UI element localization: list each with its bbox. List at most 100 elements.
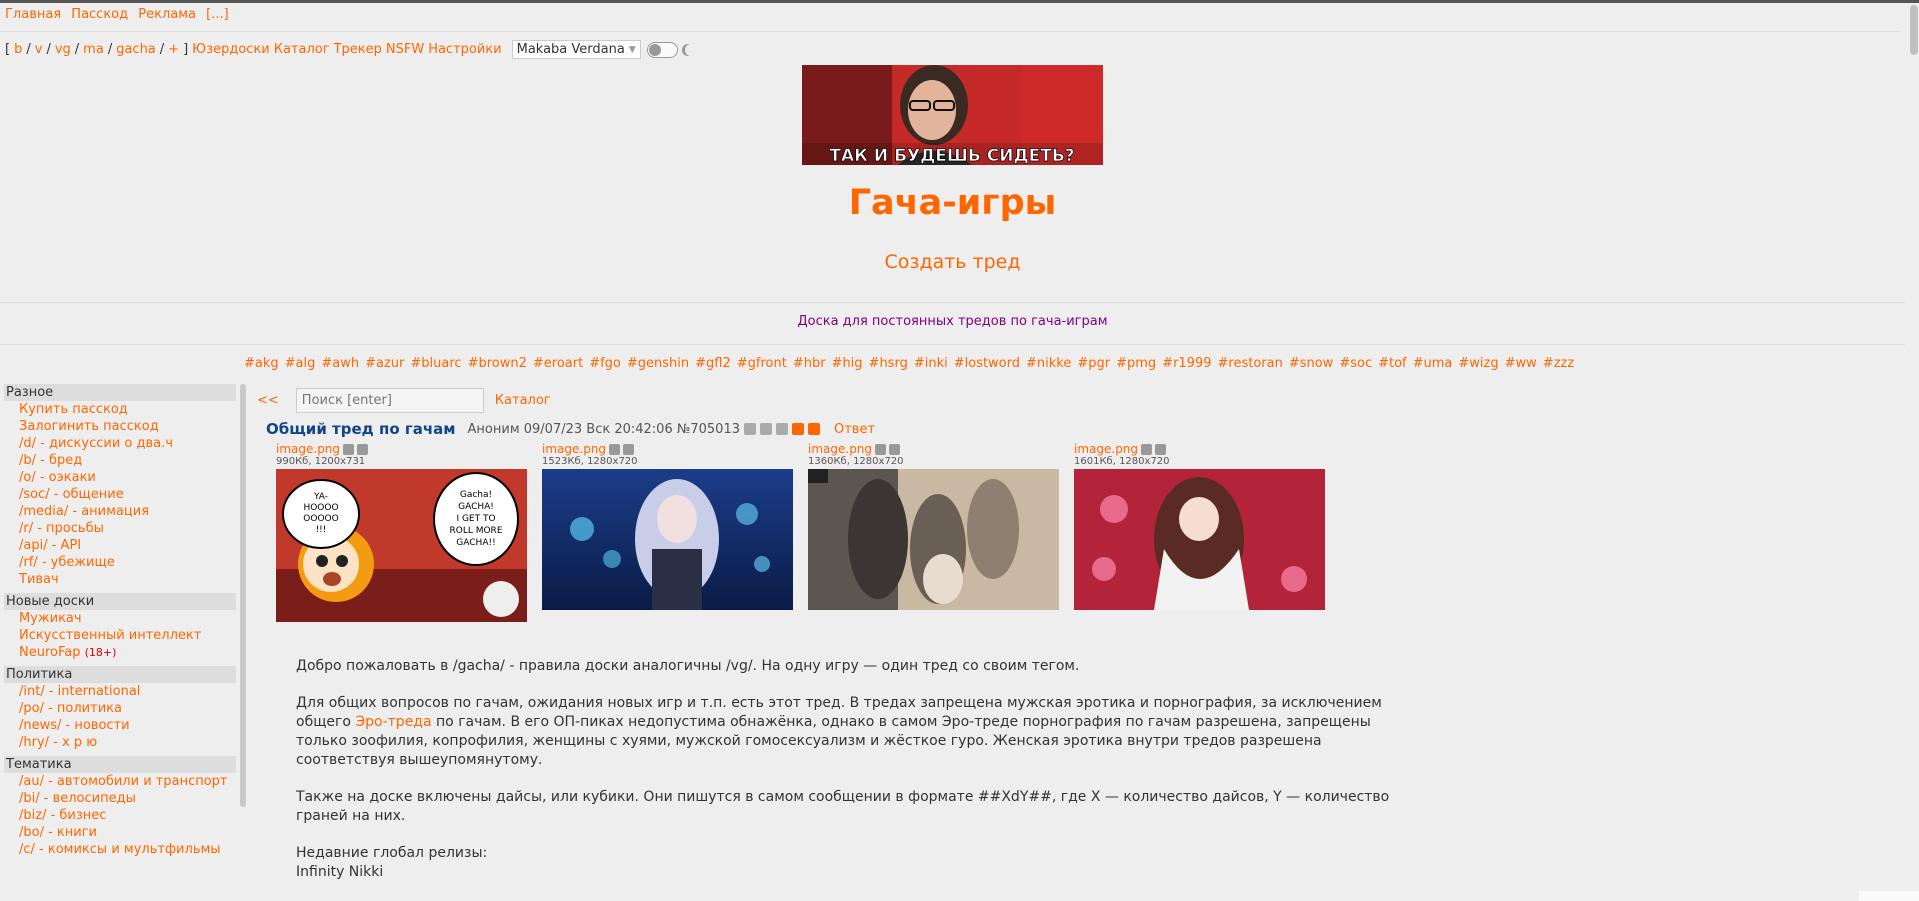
catalog-link[interactable]: Каталог xyxy=(495,393,551,408)
pin-icon[interactable] xyxy=(792,423,804,435)
download-icon[interactable] xyxy=(1155,443,1167,455)
sidebar-section-title[interactable]: Тематика xyxy=(4,756,236,773)
sidebar-item[interactable]: /int/ - international xyxy=(4,683,236,700)
search-input[interactable] xyxy=(295,388,484,413)
close-icon[interactable] xyxy=(760,423,772,435)
file-name-link[interactable]: image.png xyxy=(808,442,872,456)
sidebar-item[interactable]: /c/ - комиксы и мультфильмы xyxy=(4,841,236,858)
sidebar-section-title[interactable]: Политика xyxy=(4,666,236,683)
tag-link[interactable]: #gfront xyxy=(737,356,787,371)
sidebar-item[interactable]: /news/ - новости xyxy=(4,717,236,734)
tag-link[interactable]: #gfl2 xyxy=(695,356,731,371)
tag-link[interactable]: #inki xyxy=(914,356,948,371)
sidebar-item[interactable]: Тивач xyxy=(4,571,236,588)
nav-passcode-link[interactable]: Пасскод xyxy=(71,7,128,22)
download-icon[interactable] xyxy=(623,443,635,455)
font-select[interactable]: Makaba Verdana ▼ xyxy=(511,40,641,59)
attachment-thumbnail[interactable] xyxy=(808,469,1059,610)
tag-link[interactable]: #bluarc xyxy=(410,356,461,371)
sidebar-scrollbar[interactable] xyxy=(240,384,246,807)
nav-more-link[interactable]: [...] xyxy=(206,7,229,22)
sidebar-item[interactable]: /au/ - автомобили и транспорт xyxy=(4,773,236,790)
play-icon[interactable] xyxy=(776,423,788,435)
file-name-link[interactable]: image.png xyxy=(1074,442,1138,456)
attachment-thumbnail[interactable]: YA- HOOOO OOOOO !!! Gacha! GACHA! I GET … xyxy=(276,469,527,622)
sidebar-section-title[interactable]: Новые доски xyxy=(4,593,236,610)
userboards-link[interactable]: Юзердоски xyxy=(192,42,270,57)
reply-link[interactable]: Ответ xyxy=(834,422,875,437)
sidebar-item[interactable]: /b/ - бред xyxy=(4,452,236,469)
board-link-ma[interactable]: ma xyxy=(83,42,104,57)
tag-link[interactable]: #alg xyxy=(285,356,316,371)
file-name-link[interactable]: image.png xyxy=(276,442,340,456)
tag-link[interactable]: #fgo xyxy=(589,356,621,371)
tag-link[interactable]: #pgr xyxy=(1077,356,1110,371)
sidebar-item[interactable]: /bo/ - книги xyxy=(4,824,236,841)
sidebar-item[interactable]: /hry/ - х р ю xyxy=(4,734,236,751)
tag-link[interactable]: #uma xyxy=(1413,356,1453,371)
sidebar-section-title[interactable]: Разное xyxy=(4,384,236,401)
tag-link[interactable]: #brown2 xyxy=(468,356,527,371)
sidebar-item[interactable]: /d/ - дискуссии о два.ч xyxy=(4,435,236,452)
board-link-gacha[interactable]: gacha xyxy=(116,42,156,57)
sidebar-item[interactable]: /po/ - политика xyxy=(4,700,236,717)
search-icon[interactable] xyxy=(1141,443,1153,455)
nav-ads-link[interactable]: Реклама xyxy=(138,7,196,22)
tag-link[interactable]: #hsrg xyxy=(869,356,908,371)
download-icon[interactable] xyxy=(357,443,369,455)
download-icon[interactable] xyxy=(889,443,901,455)
board-banner[interactable]: ТАК И БУДЕШЬ СИДЕТЬ? xyxy=(802,65,1103,165)
tag-link[interactable]: #snow xyxy=(1289,356,1334,371)
board-link-v[interactable]: v xyxy=(35,42,43,57)
search-icon[interactable] xyxy=(343,443,355,455)
tag-link[interactable]: #lostword xyxy=(954,356,1020,371)
tag-link[interactable]: #ww xyxy=(1505,356,1537,371)
sidebar-item[interactable]: /biz/ - бизнес xyxy=(4,807,236,824)
sidebar-item[interactable]: NeuroFap (18+) xyxy=(4,644,236,661)
nsfw-link[interactable]: NSFW xyxy=(386,42,424,57)
sidebar-item[interactable]: /r/ - просьбы xyxy=(4,520,236,537)
catalog-top-link[interactable]: Каталог xyxy=(274,42,330,57)
tag-link[interactable]: #nikke xyxy=(1026,356,1071,371)
sidebar-item[interactable]: Залогинить пасскод xyxy=(4,418,236,435)
tag-link[interactable]: #pmg xyxy=(1116,356,1156,371)
tag-link[interactable]: #soc xyxy=(1339,356,1372,371)
tag-link[interactable]: #hbr xyxy=(793,356,826,371)
search-icon[interactable] xyxy=(609,443,621,455)
attachment-thumbnail[interactable] xyxy=(1074,469,1325,610)
sidebar-item[interactable]: /api/ - API xyxy=(4,537,236,554)
board-link-b[interactable]: b xyxy=(14,42,22,57)
board-link-add[interactable]: + xyxy=(168,42,179,57)
board-link-vg[interactable]: vg xyxy=(55,42,71,57)
sidebar-item[interactable]: Купить пасскод xyxy=(4,401,236,418)
tag-link[interactable]: #eroart xyxy=(533,356,583,371)
sidebar-item[interactable]: Мужикач xyxy=(4,610,236,627)
tag-link[interactable]: #azur xyxy=(365,356,404,371)
tracker-link[interactable]: Трекер xyxy=(334,42,382,57)
sidebar-item[interactable]: /soc/ - общение xyxy=(4,486,236,503)
theme-toggle[interactable] xyxy=(646,41,678,58)
file-name-link[interactable]: image.png xyxy=(542,442,606,456)
sidebar-item[interactable]: Искусственный интеллект xyxy=(4,627,236,644)
sidebar-item[interactable]: /bi/ - велосипеды xyxy=(4,790,236,807)
nav-home-link[interactable]: Главная xyxy=(5,7,61,22)
tag-link[interactable]: #zzz xyxy=(1543,356,1574,371)
link-icon[interactable] xyxy=(808,423,820,435)
back-link[interactable]: << xyxy=(257,393,279,408)
search-icon[interactable] xyxy=(875,443,887,455)
settings-link[interactable]: Настройки xyxy=(428,42,501,57)
tag-link[interactable]: #tof xyxy=(1378,356,1407,371)
sidebar-item[interactable]: /o/ - оэкаки xyxy=(4,469,236,486)
tag-link[interactable]: #hig xyxy=(832,356,863,371)
tag-link[interactable]: #r1999 xyxy=(1162,356,1211,371)
tag-link[interactable]: #awh xyxy=(321,356,359,371)
sidebar-item[interactable]: /media/ - анимация xyxy=(4,503,236,520)
create-thread-link[interactable]: Создать тред xyxy=(0,251,1905,273)
tag-link[interactable]: #genshin xyxy=(627,356,689,371)
page-scrollbar[interactable] xyxy=(1910,5,1918,55)
sidebar-item[interactable]: /rf/ - убежище xyxy=(4,554,236,571)
tag-link[interactable]: #wizg xyxy=(1458,356,1498,371)
star-icon[interactable] xyxy=(744,423,756,435)
attachment-thumbnail[interactable] xyxy=(542,469,793,610)
ero-thread-link[interactable]: Эро-треда xyxy=(355,714,431,730)
